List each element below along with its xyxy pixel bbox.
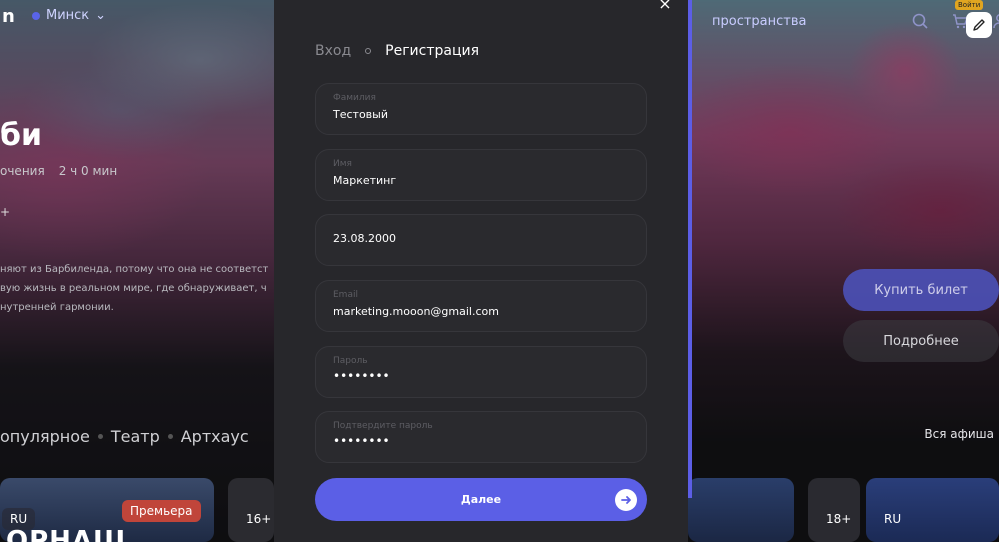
tab-separator — [365, 48, 372, 54]
tab-login[interactable]: Вход — [315, 43, 351, 59]
all-events-link[interactable]: Вся афиша — [924, 427, 994, 441]
registration-modal: × Вход Регистрация Фамилия Тестовый Имя … — [274, 0, 688, 542]
event-card[interactable] — [688, 478, 794, 542]
confirm-password-field[interactable]: Подтвердите пароль •••••••• — [315, 411, 647, 463]
movie-meta: очения 2 ч 0 мин — [0, 164, 117, 178]
chevron-down-icon: ⌄ — [95, 8, 107, 23]
age-badge: 16+ — [246, 512, 272, 526]
password-field[interactable]: Пароль •••••••• — [315, 346, 647, 398]
arrow-right-icon — [615, 489, 637, 511]
header-actions: пространства — [712, 12, 999, 30]
login-badge: Войти — [955, 0, 984, 10]
auth-tabs: Вход Регистрация — [315, 43, 479, 59]
tab-theatre[interactable]: Театр — [111, 427, 160, 446]
last-name-field[interactable]: Фамилия Тестовый — [315, 83, 647, 135]
tab-arthouse[interactable]: Артхаус — [181, 427, 249, 446]
details-button[interactable]: Подробнее — [843, 320, 999, 362]
email-field[interactable]: Email marketing.mooon@gmail.com — [315, 280, 647, 332]
premiere-badge: Премьера — [122, 500, 201, 522]
description-line: няют из Барбиленда, потому что она не со… — [0, 264, 269, 275]
movie-description: няют из Барбиленда, потому что она не со… — [0, 260, 280, 317]
field-label: Email — [333, 290, 358, 300]
close-icon[interactable]: × — [658, 0, 672, 13]
movie-genre: очения — [0, 164, 45, 178]
field-value: Маркетинг — [333, 174, 397, 187]
event-card[interactable]: RU Премьера ОРНАШ — [0, 478, 214, 542]
city-selector[interactable]: Минск ⌄ — [32, 8, 106, 23]
field-label: Имя — [333, 159, 352, 169]
next-button-label: Далее — [460, 493, 502, 506]
tab-popular[interactable]: опулярное — [0, 427, 90, 446]
city-label: Минск — [46, 8, 90, 23]
field-label: Пароль — [333, 356, 368, 366]
language-badge: RU — [884, 512, 902, 526]
location-dot-icon — [32, 11, 40, 20]
tab-separator — [167, 434, 173, 439]
field-value: •••••••• — [333, 434, 390, 448]
field-value: 23.08.2000 — [333, 232, 396, 245]
logo[interactable]: n — [2, 6, 15, 27]
search-icon[interactable] — [911, 12, 929, 30]
pencil-icon — [973, 19, 985, 31]
field-label: Подтвердите пароль — [333, 421, 433, 431]
category-tabs: опулярное Театр Артхаус — [0, 427, 249, 446]
birthdate-field[interactable]: 23.08.2000 — [315, 214, 647, 266]
event-card[interactable]: 18+ — [808, 478, 860, 542]
description-line: нутренней гармонии. — [0, 302, 114, 313]
event-card[interactable]: 16+ — [228, 478, 274, 542]
field-value: •••••••• — [333, 369, 390, 383]
modal-scrollbar[interactable] — [688, 0, 692, 498]
age-rating: + — [0, 205, 11, 219]
description-line: вую жизнь в реальном мире, где обнаружив… — [0, 283, 267, 294]
field-value: Тестовый — [333, 108, 388, 121]
first-name-field[interactable]: Имя Маркетинг — [315, 149, 647, 201]
next-button[interactable]: Далее — [315, 478, 647, 521]
movie-title: би — [0, 118, 42, 153]
tab-register[interactable]: Регистрация — [385, 43, 479, 59]
age-badge: 18+ — [826, 512, 852, 526]
poster-title: ОРНАШ — [6, 526, 127, 542]
field-value: marketing.mooon@gmail.com — [333, 305, 499, 318]
edit-button[interactable] — [966, 12, 992, 38]
event-card[interactable]: RU — [866, 478, 999, 542]
buy-ticket-button[interactable]: Купить билет — [843, 269, 999, 311]
spaces-link[interactable]: пространства — [712, 14, 807, 29]
tab-separator — [97, 434, 103, 439]
movie-duration: 2 ч 0 мин — [58, 164, 118, 178]
field-label: Фамилия — [333, 93, 376, 103]
